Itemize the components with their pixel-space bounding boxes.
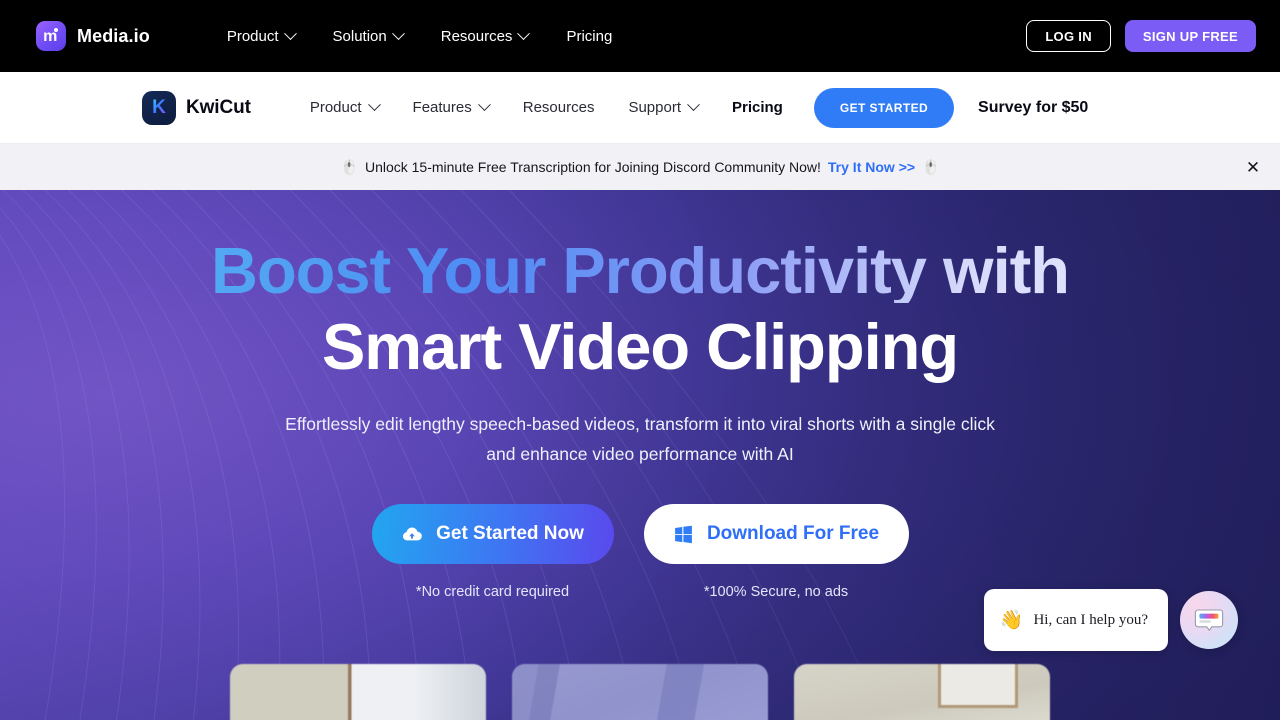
close-icon[interactable]: ✕ <box>1240 154 1266 180</box>
chevron-down-icon <box>477 98 491 112</box>
subnav-item-pricing[interactable]: Pricing <box>715 99 800 116</box>
thumbnail-2[interactable] <box>512 664 768 720</box>
chevron-down-icon <box>391 26 405 40</box>
subnav-label-product: Product <box>309 99 362 116</box>
signup-free-button[interactable]: SIGN UP FREE <box>1124 20 1256 52</box>
cloud-upload-icon <box>403 527 422 541</box>
try-it-now-link[interactable]: Try It Now >> <box>828 159 915 175</box>
chevron-down-icon <box>687 98 700 112</box>
download-for-free-button[interactable]: Download For Free <box>643 504 909 565</box>
subnav-label-pricing: Pricing <box>732 99 783 116</box>
hero-title-line1: Boost Your Productivity with <box>0 238 1280 303</box>
hero-cta-row: Get Started Now Download For Free <box>0 504 1280 565</box>
chat-widget: 👋 Hi, can I help you? <box>983 589 1238 651</box>
mediaio-logo-dot <box>54 28 58 32</box>
announcement-text: Unlock 15-minute Free Transcription for … <box>364 159 821 175</box>
mediaio-logo-icon: m <box>36 21 66 51</box>
topnav-item-resources[interactable]: Resources <box>422 26 548 45</box>
hero-section: Boost Your Productivity with Smart Video… <box>0 190 1280 720</box>
chat-open-button[interactable] <box>1180 591 1238 649</box>
subnav-label-resources: Resources <box>522 99 595 116</box>
subnav-label-support: Support <box>628 99 681 116</box>
windows-icon <box>675 525 692 543</box>
announcement-banner: 🖱️ Unlock 15-minute Free Transcription f… <box>0 144 1280 190</box>
topnav-label-resources: Resources <box>440 27 513 45</box>
chevron-down-icon <box>517 26 531 40</box>
pointer-emoji-icon: 🖱️ <box>922 158 940 175</box>
waving-hand-icon: 👋 <box>999 609 1024 631</box>
topnav-item-solution[interactable]: Solution <box>314 26 422 45</box>
survey-link[interactable]: Survey for $50 <box>978 99 1088 117</box>
login-button[interactable]: LOG IN <box>1026 20 1111 52</box>
chevron-down-icon <box>367 98 381 112</box>
mediaio-brand[interactable]: m Media.io <box>36 21 150 51</box>
get-started-now-button[interactable]: Get Started Now <box>371 504 614 565</box>
topnav-label-solution: Solution <box>332 27 387 45</box>
note-secure: *100% Secure, no ads <box>703 584 849 601</box>
topnav-label-pricing: Pricing <box>566 27 613 45</box>
subnav-item-product[interactable]: Product <box>293 98 396 116</box>
topnav-item-pricing[interactable]: Pricing <box>547 28 631 45</box>
get-started-now-label: Get Started Now <box>436 523 584 545</box>
subnav-item-support[interactable]: Support <box>611 98 715 116</box>
announcement-content: 🖱️ Unlock 15-minute Free Transcription f… <box>341 159 940 176</box>
topbar-actions: LOG IN SIGN UP FREE <box>1026 20 1256 52</box>
hero-subtitle-line1: Effortlessly edit lengthy speech-based v… <box>285 414 995 434</box>
kwicut-logo-letter: K <box>152 97 166 118</box>
note-no-credit-card: *No credit card required <box>415 584 570 601</box>
kwicut-subnav: K KwiCut Product Features Resources Supp… <box>0 72 1280 144</box>
get-started-button[interactable]: GET STARTED <box>813 87 955 128</box>
chat-greeting-bubble[interactable]: 👋 Hi, can I help you? <box>983 589 1168 651</box>
hero-content: Boost Your Productivity with Smart Video… <box>0 190 1280 600</box>
hero-title-line2: Smart Video Clipping <box>321 310 959 383</box>
download-for-free-label: Download For Free <box>706 523 880 545</box>
topnav-label-product: Product <box>226 27 279 45</box>
subnav-item-resources[interactable]: Resources <box>506 99 612 116</box>
hero-subtitle-line2: and enhance video performance with AI <box>486 444 794 465</box>
kwicut-brand-name: KwiCut <box>186 96 251 118</box>
pointer-emoji-icon: 🖱️ <box>340 158 358 175</box>
chat-greeting-text: Hi, can I help you? <box>1033 611 1148 628</box>
chat-bubble-icon <box>1194 609 1224 632</box>
subnav-label-features: Features <box>412 99 472 116</box>
mediaio-brand-name: Media.io <box>77 25 150 46</box>
kwicut-nav: Product Features Resources Support Prici… <box>293 98 800 116</box>
mediaio-topbar: m Media.io Product Solution Resources Pr… <box>0 0 1280 72</box>
thumbnail-3[interactable] <box>794 664 1050 720</box>
topnav-item-product[interactable]: Product <box>208 26 314 45</box>
kwicut-brand[interactable]: K KwiCut <box>142 90 251 125</box>
hero-thumbnail-strip <box>0 664 1280 720</box>
hero-title: Boost Your Productivity with Smart Video… <box>0 238 1280 379</box>
kwicut-logo-icon: K <box>142 90 176 125</box>
subnav-item-features[interactable]: Features <box>396 98 506 116</box>
hero-subtitle: Effortlessly edit lengthy speech-based v… <box>0 409 1280 469</box>
mediaio-nav: Product Solution Resources Pricing <box>208 26 631 45</box>
thumbnail-1[interactable] <box>230 664 486 720</box>
chevron-down-icon <box>283 26 297 40</box>
